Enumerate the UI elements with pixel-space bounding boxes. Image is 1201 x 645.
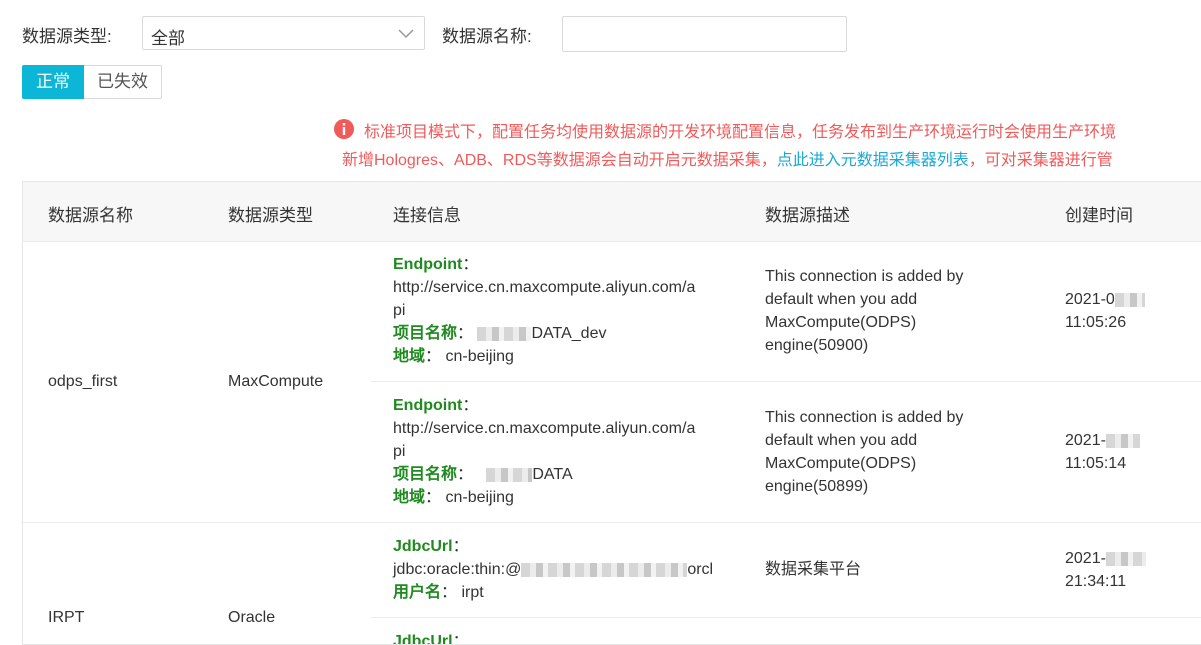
type-filter-label: 数据源类型:: [22, 27, 112, 46]
description-line: engine(50899): [765, 478, 869, 495]
endpoint-url-line1: http://service.cn.maxcompute.aliyun.com/…: [393, 420, 696, 437]
project-key: 项目名称: [393, 325, 458, 342]
jdbc-url: jdbc:oracle:thin:@: [393, 561, 522, 578]
description-line: MaxCompute(ODPS): [765, 314, 917, 331]
region-value: cn-beijing: [445, 348, 514, 365]
type-select-value: 全部: [151, 29, 185, 48]
jdbc-url-suffix: orcl: [687, 561, 714, 578]
created-clock: 11:05:14: [1065, 455, 1127, 472]
region-key: 地域: [393, 489, 426, 506]
datasource-type: MaxCompute: [228, 373, 324, 390]
column-header-connection: 连接信息: [393, 206, 461, 225]
name-search-input[interactable]: [562, 16, 847, 52]
info-circle-icon: [334, 119, 354, 139]
endpoint-url-line1: http://service.cn.maxcompute.aliyun.com/…: [393, 279, 696, 296]
connection-info: Endpoint： http://service.cn.maxcompute.a…: [393, 256, 696, 365]
project-value: DATA: [532, 466, 573, 483]
redacted-text: [486, 467, 533, 482]
description-line: engine(50900): [765, 337, 869, 354]
datasource-name[interactable]: odps_first: [48, 370, 117, 393]
description: This connection is added by default when…: [765, 406, 963, 498]
column-header-created: 创建时间: [1065, 206, 1133, 225]
column-header-description: 数据源描述: [765, 206, 850, 225]
table-header: 数据源名称 数据源类型 连接信息 数据源描述 创建时间: [23, 182, 1201, 242]
datasource-table: 数据源名称 数据源类型 连接信息 数据源描述 创建时间 odps_first M…: [22, 181, 1201, 645]
connection-info: JdbcUrl： jdbc:oracle:thin:@ orcl 用户名： irp…: [393, 538, 714, 601]
redacted-text: [1105, 433, 1140, 448]
collector-list-link[interactable]: 点此进入元数据采集器列表: [777, 152, 969, 169]
description-line: This connection is added by: [765, 409, 964, 426]
description-line: This connection is added by: [765, 268, 964, 285]
redacted-text: [477, 326, 532, 341]
jdbc-key: JdbcUrl: [393, 538, 453, 555]
jdbc-key: JdbcUrl: [393, 633, 453, 645]
datasource-type: Oracle: [228, 609, 276, 626]
name-filter-label: 数据源名称:: [442, 27, 532, 46]
created-time: 2021- 21:34:11: [1065, 547, 1146, 593]
endpoint-key: Endpoint: [393, 256, 463, 273]
endpoint-url-line2: pi: [393, 443, 406, 460]
notice-line-2-suffix: ，可对采集器进行管: [968, 152, 1113, 169]
description-line: default when you add: [765, 291, 918, 308]
connection-info: Endpoint： http://service.cn.maxcompute.a…: [393, 397, 696, 506]
notice-line-1: 标准项目模式下，配置任务均使用数据源的开发环境配置信息，任务发布到生产环境运行时…: [364, 124, 1117, 141]
tab-invalid[interactable]: 已失效: [84, 65, 162, 99]
row-divider: [371, 381, 1201, 382]
description: This connection is added by default when…: [765, 265, 963, 357]
created-clock: 11:05:26: [1065, 314, 1127, 331]
column-header-type: 数据源类型: [228, 206, 313, 225]
created-time: 2021-0 11:05:26: [1065, 288, 1145, 334]
chevron-down-icon: [398, 29, 414, 39]
connection-info: JdbcUrl：: [393, 630, 469, 645]
group-divider: [23, 522, 1201, 523]
created-clock: 21:34:11: [1065, 573, 1127, 590]
username-key: 用户名: [393, 584, 442, 601]
row-divider: [371, 617, 1201, 618]
description: 数据采集平台: [765, 561, 862, 578]
tab-normal[interactable]: 正常: [22, 65, 84, 99]
redacted-text: [521, 562, 688, 577]
endpoint-key: Endpoint: [393, 397, 463, 414]
status-toggle: 正常 已失效: [22, 65, 162, 99]
created-date: 2021-: [1065, 550, 1106, 567]
notice-line-2: 新增Hologres、ADB、RDS等数据源会自动开启元数据采集，点此进入元数据…: [342, 146, 1113, 170]
type-select[interactable]: 全部: [142, 16, 425, 50]
datasource-name[interactable]: IRPT: [48, 606, 84, 629]
description-line: MaxCompute(ODPS): [765, 455, 917, 472]
region-value: cn-beijing: [445, 489, 514, 506]
redacted-text: [1105, 551, 1146, 566]
created-time: 2021- 11:05:14: [1065, 429, 1140, 475]
created-date: 2021-0: [1065, 291, 1115, 308]
redacted-text: [1114, 292, 1145, 307]
description-line: default when you add: [765, 432, 918, 449]
project-key: 项目名称: [393, 466, 458, 483]
created-date: 2021-: [1065, 432, 1106, 449]
endpoint-url-line2: pi: [393, 302, 406, 319]
notice-line-2-prefix: 新增Hologres、ADB、RDS等数据源会自动开启元数据采集，: [342, 152, 777, 169]
username-value: irpt: [461, 584, 484, 601]
project-value: DATA_dev: [531, 325, 607, 342]
region-key: 地域: [393, 348, 426, 365]
column-header-name: 数据源名称: [48, 206, 133, 225]
